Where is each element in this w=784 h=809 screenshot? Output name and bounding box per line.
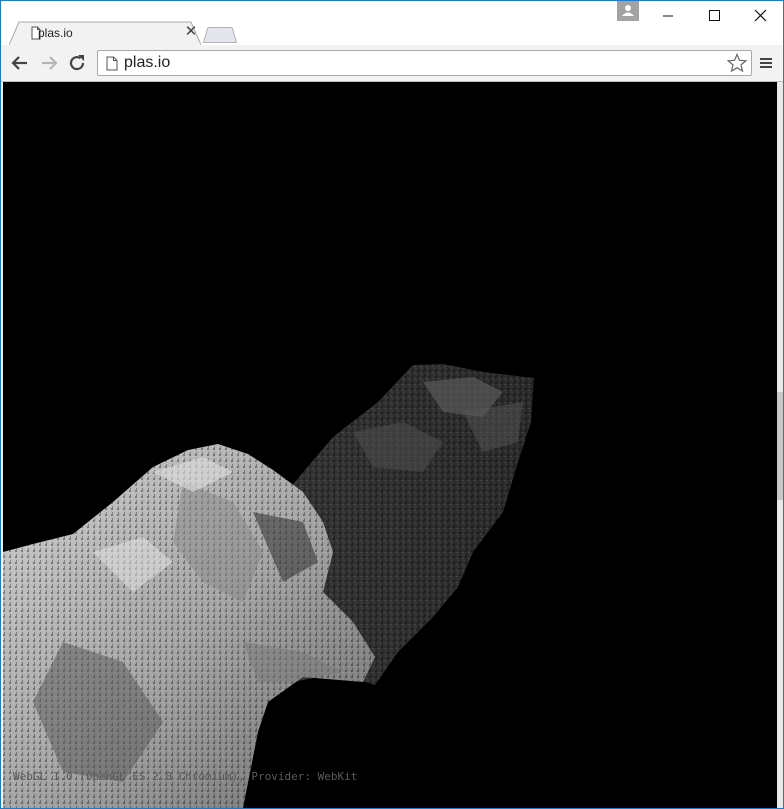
tab-strip: plas.io ✕ (1, 1, 783, 46)
hamburger-menu-icon[interactable] (757, 53, 775, 73)
scrollbar-handle[interactable] (777, 392, 783, 500)
browser-toolbar (1, 45, 783, 82)
tab-plasio[interactable]: plas.io ✕ (9, 21, 201, 46)
minimize-icon (663, 15, 673, 17)
reload-icon[interactable] (65, 51, 89, 75)
point-cloud-terrain (3, 364, 534, 808)
close-icon (754, 9, 767, 22)
star-icon[interactable] (727, 53, 747, 73)
forward-arrow-icon[interactable] (37, 51, 61, 75)
page-scrollbar[interactable] (777, 82, 783, 808)
new-tab-button[interactable] (203, 27, 237, 43)
webgl-status-text: WebGL 1.0 (OpenGL ES 2.0 Chromium), Prov… (13, 770, 358, 783)
address-bar[interactable] (97, 50, 752, 76)
tab-close-icon[interactable]: ✕ (183, 24, 199, 40)
minimize-button[interactable] (645, 1, 691, 31)
webgl-canvas[interactable]: WebGL 1.0 (OpenGL ES 2.0 Chromium), Prov… (3, 82, 777, 808)
profile-icon (622, 5, 634, 16)
page-info-icon[interactable] (106, 56, 118, 71)
back-arrow-icon[interactable] (8, 51, 32, 75)
url-input[interactable] (124, 54, 704, 72)
profile-button[interactable] (617, 1, 639, 21)
tab-title: plas.io (38, 26, 73, 40)
browser-window: plas.io ✕ plas.io WebGL 1.0 (OpenGL ES 2… (0, 0, 784, 809)
maximize-button[interactable] (691, 1, 737, 31)
maximize-icon (709, 10, 720, 21)
close-window-button[interactable] (737, 1, 783, 31)
